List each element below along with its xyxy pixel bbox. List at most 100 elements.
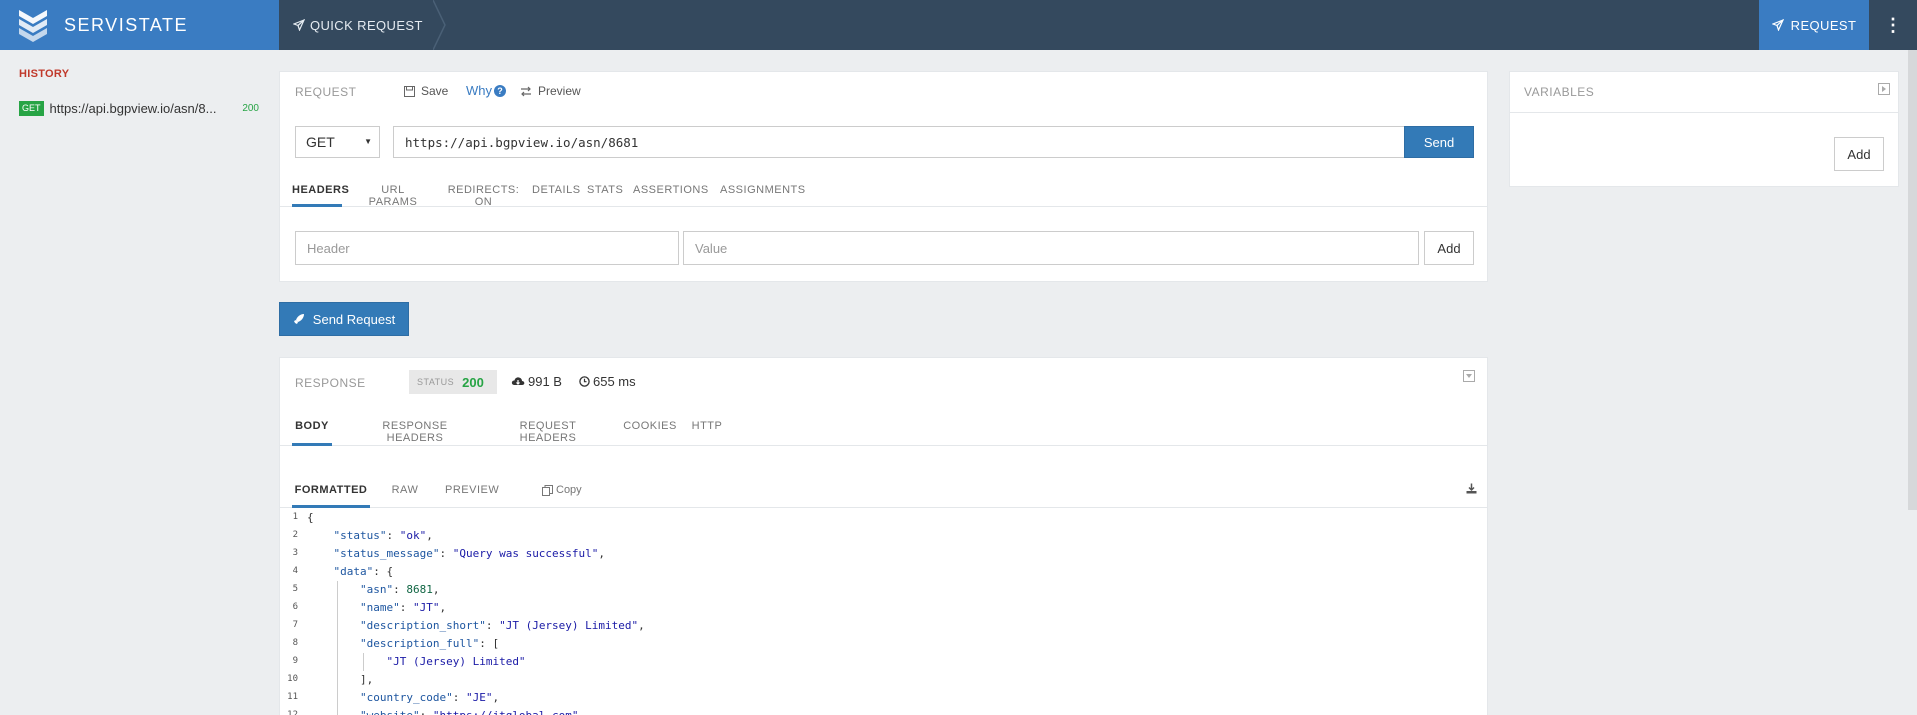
- tab-assertions[interactable]: ASSERTIONS: [633, 175, 708, 207]
- add-variable-button[interactable]: Add: [1834, 137, 1884, 171]
- save-label: Save: [421, 84, 449, 98]
- tab-assignments[interactable]: ASSIGNMENTS: [720, 175, 805, 207]
- body-format-tabs: FORMATTED RAW PREVIEW Copy: [280, 468, 1487, 508]
- tab-details[interactable]: DETAILS: [532, 175, 580, 207]
- line-number: 3: [292, 548, 298, 558]
- tab-redirects[interactable]: REDIRECTS: ON: [441, 175, 526, 208]
- response-panel: RESPONSE STATUS 200 991 B 655 ms BODY RE…: [279, 357, 1488, 715]
- tab-preview[interactable]: PREVIEW: [445, 468, 499, 508]
- scrollbar[interactable]: [1908, 50, 1917, 510]
- status-badge: STATUS 200: [409, 370, 497, 394]
- response-time: 655 ms: [579, 374, 636, 389]
- app-name: SERVISTATE: [64, 15, 189, 35]
- send-button[interactable]: Send: [1404, 126, 1474, 158]
- quick-request-tab[interactable]: QUICK REQUEST: [279, 0, 446, 50]
- code-line: 1{: [280, 509, 1487, 527]
- tab-headers[interactable]: HEADERS: [292, 175, 349, 207]
- code-line: 2 "status": "ok",: [280, 527, 1487, 545]
- copy-button[interactable]: Copy: [542, 484, 582, 496]
- history-title: HISTORY: [19, 68, 70, 80]
- line-number: 7: [292, 620, 298, 630]
- divider: [1510, 112, 1898, 113]
- request-title: REQUEST: [295, 85, 357, 99]
- collapse-icon[interactable]: [1463, 370, 1475, 382]
- response-tabs: BODY RESPONSE HEADERS REQUEST HEADERS CO…: [280, 404, 1487, 446]
- exchange-icon: [520, 86, 532, 97]
- breadcrumb-separator: [433, 0, 446, 50]
- paper-plane-icon: [293, 19, 305, 31]
- tab-url-params[interactable]: URL PARAMS: [358, 175, 428, 208]
- preview-label: Preview: [538, 84, 581, 98]
- tab-cookies[interactable]: COOKIES: [623, 404, 677, 446]
- history-item[interactable]: GET https://api.bgpview.io/asn/8... 200: [19, 99, 259, 117]
- variables-panel: VARIABLES Add: [1509, 71, 1899, 187]
- download-icon[interactable]: [1466, 482, 1477, 497]
- question-circle-icon: ?: [494, 84, 506, 97]
- tab-stats[interactable]: STATS: [587, 175, 623, 207]
- line-number: 5: [292, 584, 298, 594]
- tab-raw[interactable]: RAW: [390, 468, 420, 508]
- code-line: 10 ],: [280, 671, 1487, 689]
- header-value-input[interactable]: [683, 231, 1419, 265]
- code-text: "name": "JT",: [359, 601, 447, 614]
- caret-down-icon: ▼: [364, 137, 372, 146]
- code-line: 8 "description_full": [: [280, 635, 1487, 653]
- code-line: 3 "status_message": "Query was successfu…: [280, 545, 1487, 563]
- tab-request-headers[interactable]: REQUEST HEADERS: [493, 404, 603, 446]
- code-line: 11 "country_code": "JE",: [280, 689, 1487, 707]
- save-button[interactable]: Save: [404, 84, 448, 98]
- line-number: 6: [292, 602, 298, 612]
- code-text: "description_short": "JT (Jersey) Limite…: [359, 619, 645, 632]
- line-number: 1: [292, 512, 298, 522]
- line-number: 12: [287, 710, 298, 715]
- add-header-button[interactable]: Add: [1424, 231, 1474, 265]
- cloud-download-icon: [511, 376, 525, 387]
- line-number: 9: [292, 656, 298, 666]
- response-body-code[interactable]: 1{2 "status": "ok", 3 "status_message": "…: [280, 509, 1487, 715]
- method-value: GET: [306, 134, 335, 150]
- method-select[interactable]: GET ▼: [295, 126, 380, 158]
- top-navbar: SERVISTATE QUICK REQUEST REQUEST ⋮: [0, 0, 1917, 50]
- code-text: "status": "ok",: [333, 529, 433, 542]
- tab-http[interactable]: HTTP: [691, 404, 723, 446]
- request-tabs: HEADERS URL PARAMS REDIRECTS: ON DETAILS…: [280, 175, 1487, 208]
- tab-formatted[interactable]: FORMATTED: [292, 468, 370, 508]
- tab-response-headers[interactable]: RESPONSE HEADERS: [355, 404, 475, 446]
- request-button-label: REQUEST: [1790, 17, 1857, 33]
- method-badge: GET: [19, 100, 44, 116]
- servistate-logo-icon: [19, 10, 47, 42]
- code-line: 12 "website": "https://jtglobal.com",: [280, 707, 1487, 715]
- history-status: 200: [242, 102, 259, 114]
- line-number: 2: [292, 530, 298, 540]
- status-label: STATUS: [417, 377, 455, 387]
- code-text: "country_code": "JE",: [359, 691, 500, 704]
- request-button[interactable]: REQUEST: [1759, 0, 1869, 50]
- preview-button[interactable]: Preview: [520, 84, 581, 98]
- code-line: 5 "asn": 8681,: [280, 581, 1487, 599]
- why-label: Why: [466, 83, 492, 98]
- brand[interactable]: SERVISTATE: [0, 0, 279, 50]
- clock-icon: [579, 376, 590, 387]
- code-line: 9 "JT (Jersey) Limited": [280, 653, 1487, 671]
- code-line: 4 "data": {: [280, 563, 1487, 581]
- send-request-button[interactable]: Send Request: [279, 302, 409, 336]
- code-text: {: [307, 511, 314, 524]
- collapse-icon[interactable]: [1878, 83, 1890, 95]
- url-input[interactable]: [393, 126, 1410, 158]
- code-text: "JT (Jersey) Limited": [386, 655, 526, 668]
- response-title: RESPONSE: [295, 376, 366, 390]
- code-line: 6 "name": "JT",: [280, 599, 1487, 617]
- quick-request-label: QUICK REQUEST: [310, 17, 423, 33]
- code-text: "status_message": "Query was successful"…: [333, 547, 606, 560]
- why-link[interactable]: Why ?: [466, 83, 506, 98]
- line-number: 8: [292, 638, 298, 648]
- paper-plane-icon: [1771, 19, 1784, 31]
- code-text: "asn": 8681,: [359, 583, 440, 596]
- send-request-label: Send Request: [312, 311, 396, 327]
- history-url: https://api.bgpview.io/asn/8...: [49, 100, 217, 116]
- header-name-input[interactable]: [295, 231, 679, 265]
- request-panel: REQUEST Save Why ? Preview GET ▼ Send HE…: [279, 71, 1488, 282]
- tab-body[interactable]: BODY: [292, 404, 332, 446]
- line-number: 10: [287, 674, 298, 684]
- kebab-menu-icon[interactable]: ⋮: [1869, 0, 1917, 50]
